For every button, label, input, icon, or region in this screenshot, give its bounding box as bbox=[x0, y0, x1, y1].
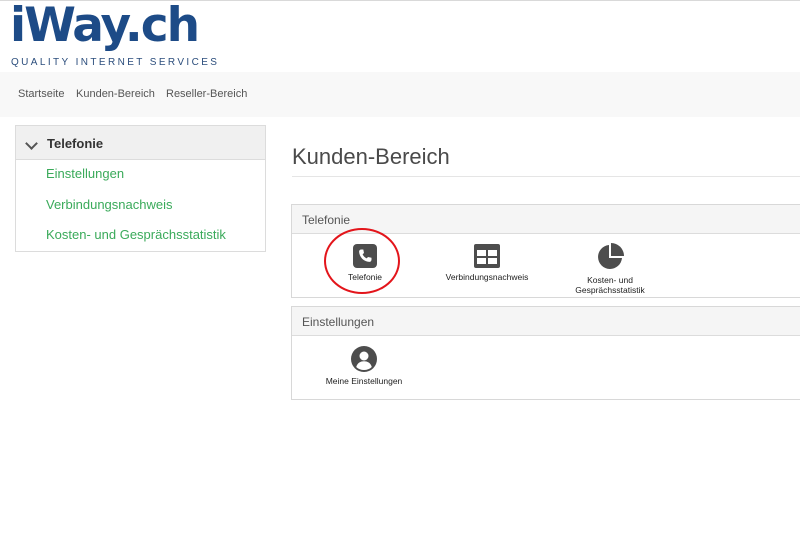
title-divider bbox=[292, 176, 800, 177]
logo-tagline: QUALITY INTERNET SERVICES bbox=[11, 57, 220, 68]
panel-heading-label: Einstellungen bbox=[302, 315, 375, 329]
panel-heading: Einstellungen bbox=[292, 307, 800, 336]
panel-heading-label: Telefonie bbox=[302, 213, 351, 227]
nav-kunden-bereich[interactable]: Kunden-Bereich bbox=[76, 88, 155, 100]
sidebar-item-einstellungen[interactable]: Einstellungen bbox=[46, 166, 124, 181]
table-icon bbox=[474, 244, 500, 268]
sidebar-section-telefonie[interactable]: Telefonie bbox=[16, 126, 265, 160]
sidebar-item-kostenstatistik[interactable]: Kosten- und Gesprächsstatistik bbox=[46, 227, 226, 242]
nav-reseller-bereich[interactable]: Reseller-Bereich bbox=[166, 88, 247, 100]
pie-chart-icon bbox=[598, 243, 624, 269]
page-title: Kunden-Bereich bbox=[292, 144, 450, 169]
sidebar-section-label: Telefonie bbox=[47, 136, 104, 151]
tile-verbindungsnachweis[interactable]: Verbindungsnachweis bbox=[427, 244, 547, 282]
tile-label: Meine Einstellungen bbox=[325, 376, 403, 386]
panel-einstellungen: Einstellungen Meine Einstellungen bbox=[291, 306, 800, 400]
logo-text: iWay.ch bbox=[10, 0, 200, 53]
nav-startseite[interactable]: Startseite bbox=[18, 88, 64, 100]
sidebar-item-verbindungsnachweis[interactable]: Verbindungsnachweis bbox=[46, 197, 172, 212]
highlight-circle bbox=[324, 228, 400, 294]
user-icon bbox=[351, 346, 377, 372]
tile-label-line1: Kosten- und bbox=[587, 275, 633, 285]
logo[interactable]: iWay.ch QUALITY INTERNET SERVICES bbox=[10, 0, 217, 72]
tile-label: Verbindungsnachweis bbox=[445, 272, 529, 282]
tile-kostenstatistik[interactable]: Kosten- und Gesprächsstatistik bbox=[550, 243, 670, 295]
main-navbar: Startseite Kunden-Bereich Reseller-Berei… bbox=[0, 72, 800, 117]
tile-meine-einstellungen[interactable]: Meine Einstellungen bbox=[304, 346, 424, 386]
tile-label-line2: Gesprächsstatistik bbox=[575, 285, 645, 295]
chevron-down-icon bbox=[25, 137, 38, 150]
sidebar: Telefonie Einstellungen Verbindungsnachw… bbox=[15, 125, 266, 252]
